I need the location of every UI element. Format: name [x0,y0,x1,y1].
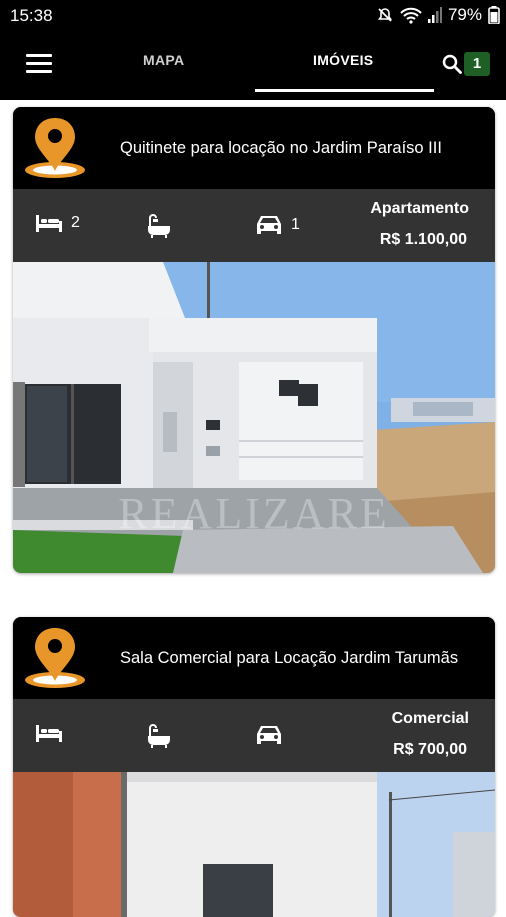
result-count-badge: 1 [464,52,490,76]
menu-button[interactable] [26,54,52,76]
listing-title: Sala Comercial para Locação Jardim Tarum… [120,649,459,667]
status-icons: 79% [376,5,500,25]
parking-count: 1 [291,216,300,233]
bedrooms-feature: 2 [35,213,80,233]
active-tab-indicator [255,89,434,92]
bathtub-icon [148,214,170,238]
listing-card[interactable]: Sala Comercial para Locação Jardim Tarum… [13,617,495,917]
bathrooms-feature [146,213,180,239]
hamburger-icon-bar [26,70,52,73]
bed-icon [36,725,62,742]
parking-feature [255,723,291,747]
property-photo [13,772,495,917]
bedrooms-count: 2 [71,214,80,231]
hamburger-icon-bar [26,62,52,65]
property-type: Apartamento [370,200,469,217]
location-pin-icon [25,628,85,688]
battery-percent: 79% [447,5,482,24]
bathtub-icon [148,724,170,748]
watermark-text: REALIZARE [118,489,389,538]
tab-mapa[interactable]: MAPA [143,52,184,68]
listing-title: Quitinete para locação no Jardim Paraíso… [120,139,442,157]
property-price: R$ 700,00 [393,741,467,758]
bedrooms-feature [35,723,71,743]
building-photo [13,772,495,917]
app-bar: MAPA IMÓVEIS 1 [0,32,506,100]
house-photo: REALIZARE [13,262,495,573]
listing-header: Quitinete para locação no Jardim Paraíso… [13,107,495,189]
listing-info-bar: Comercial R$ 700,00 [13,699,495,772]
listing-header: Sala Comercial para Locação Jardim Tarum… [13,617,495,699]
location-pin-icon [25,118,85,178]
parking-feature: 1 [255,213,300,237]
bathrooms-feature [146,723,180,749]
tab-imoveis[interactable]: IMÓVEIS [313,52,373,68]
mute-icon [377,8,393,22]
property-price: R$ 1.100,00 [379,231,467,248]
property-type: Comercial [391,710,469,727]
property-photo: REALIZARE [13,262,495,573]
hamburger-icon-bar [26,54,52,57]
signal-icon [427,7,442,23]
search-icon[interactable] [442,54,462,74]
bed-icon [36,215,62,232]
status-time: 15:38 [10,6,53,25]
car-icon [257,216,281,234]
wifi-icon [400,7,422,24]
status-bar: 15:38 79% [0,0,506,32]
listing-info-bar: 2 1 Apartamento R$ 1.100,00 [13,189,495,262]
car-icon [257,726,281,744]
listing-card[interactable]: Quitinete para locação no Jardim Paraíso… [13,107,495,573]
battery-icon [488,6,500,24]
